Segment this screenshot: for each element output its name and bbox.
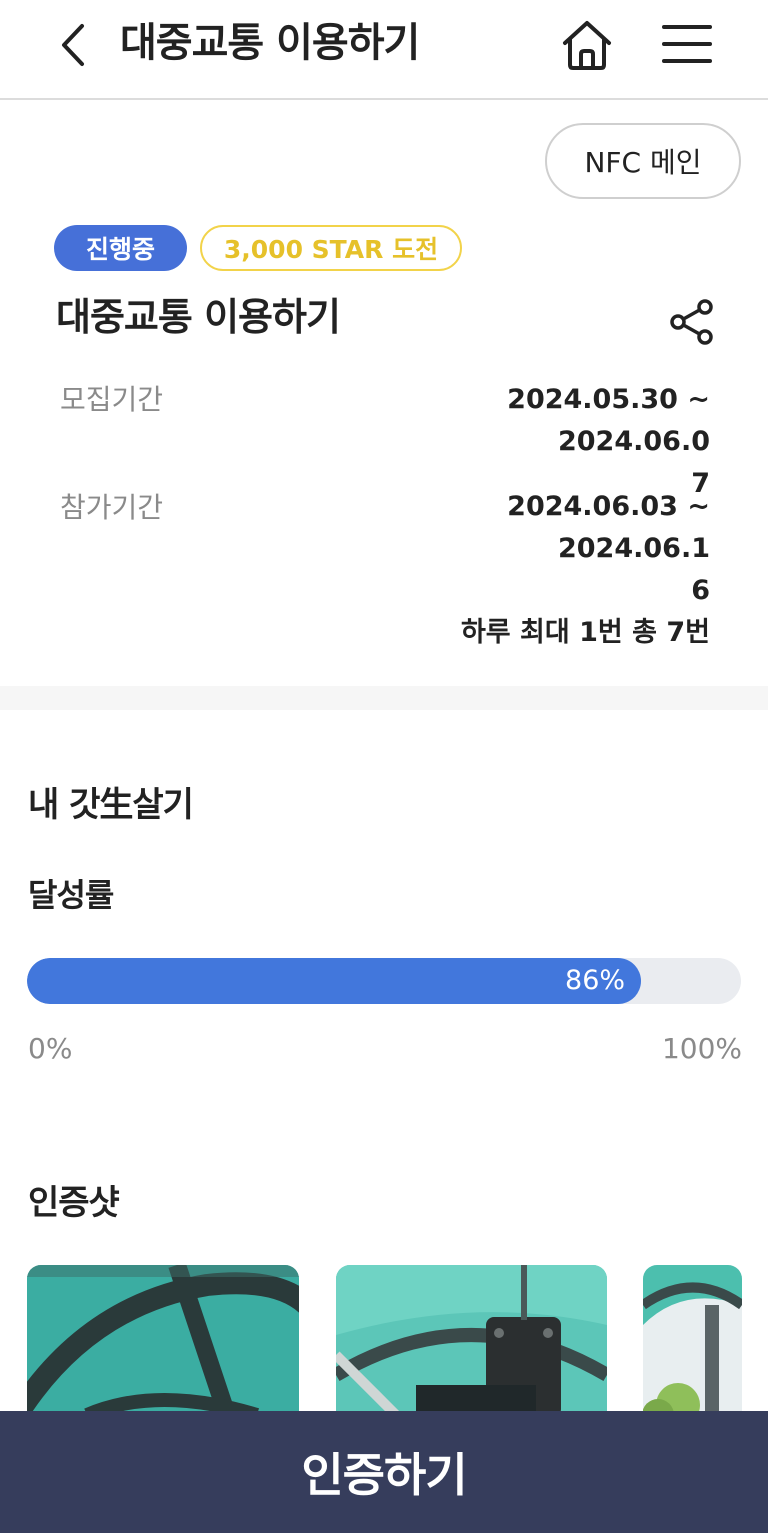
home-icon bbox=[563, 21, 611, 70]
nfc-main-button[interactable]: NFC 메인 bbox=[545, 123, 741, 199]
participate-period-label: 참가기간 bbox=[60, 491, 164, 524]
home-button[interactable] bbox=[556, 14, 618, 76]
verify-button[interactable]: 인증하기 bbox=[0, 1411, 768, 1533]
back-button[interactable] bbox=[48, 18, 98, 72]
proof-shots-title: 인증샷 bbox=[28, 1183, 120, 1223]
achievement-percent-label: 86% bbox=[565, 965, 626, 996]
share-icon bbox=[670, 299, 713, 345]
proof-shots-carousel[interactable] bbox=[0, 1265, 768, 1411]
status-badge: 진행중 bbox=[54, 225, 187, 271]
my-life-title: 내 갓生살기 bbox=[28, 785, 194, 825]
reward-badge: 3,000 STAR 도전 bbox=[200, 225, 462, 271]
recruit-period-label: 모집기간 bbox=[60, 383, 164, 416]
header-title: 대중교통 이용하기 bbox=[120, 20, 420, 66]
participate-period-line1: 2024.06.03 ~ 2024.06.1 bbox=[507, 491, 710, 564]
participate-rule: 하루 최대 1번 총 7번 bbox=[460, 617, 710, 648]
progress-max-label: 100% bbox=[661, 1032, 742, 1065]
chevron-left-icon bbox=[62, 24, 84, 66]
challenge-title: 대중교통 이용하기 bbox=[56, 295, 341, 339]
section-divider bbox=[0, 686, 768, 710]
achievement-progress-bar: 86% bbox=[27, 958, 741, 1004]
menu-button[interactable] bbox=[656, 16, 718, 72]
participate-period-line2: 6 bbox=[691, 575, 710, 606]
participate-period-value: 2024.06.03 ~ 2024.06.1 6 하루 최대 1번 총 7번 bbox=[390, 486, 710, 654]
hamburger-menu-icon bbox=[662, 25, 712, 63]
share-button[interactable] bbox=[664, 294, 720, 350]
app-header: 대중교통 이용하기 bbox=[0, 0, 768, 100]
achievement-title: 달성률 bbox=[28, 876, 114, 914]
achievement-progress-fill: 86% bbox=[27, 958, 642, 1004]
recruit-period-line1: 2024.05.30 ~ 2024.06.0 bbox=[507, 384, 710, 457]
progress-min-label: 0% bbox=[28, 1032, 73, 1065]
proof-photo[interactable] bbox=[27, 1265, 299, 1411]
proof-photo[interactable] bbox=[643, 1265, 742, 1411]
proof-photo[interactable] bbox=[336, 1265, 607, 1411]
